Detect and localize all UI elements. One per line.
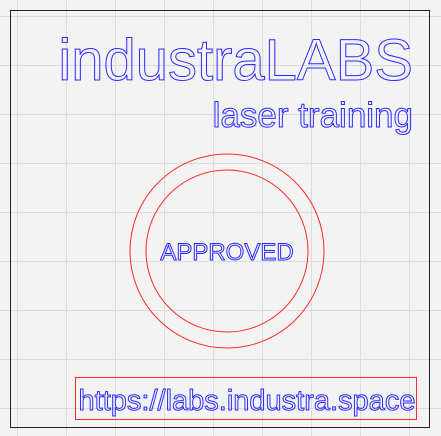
design-artwork[interactable]: industraLABS laser training APPROVED htt… <box>0 0 441 436</box>
url-frame[interactable] <box>75 377 417 420</box>
brand-name-lower: industra <box>58 28 265 93</box>
design-canvas[interactable]: industraLABS laser training APPROVED htt… <box>0 0 441 436</box>
subtitle-text[interactable]: laser training <box>212 96 413 136</box>
brand-title[interactable]: industraLABS <box>58 28 414 94</box>
brand-name-upper: LABS <box>265 28 413 93</box>
stamp-text[interactable]: APPROVED <box>160 239 294 267</box>
